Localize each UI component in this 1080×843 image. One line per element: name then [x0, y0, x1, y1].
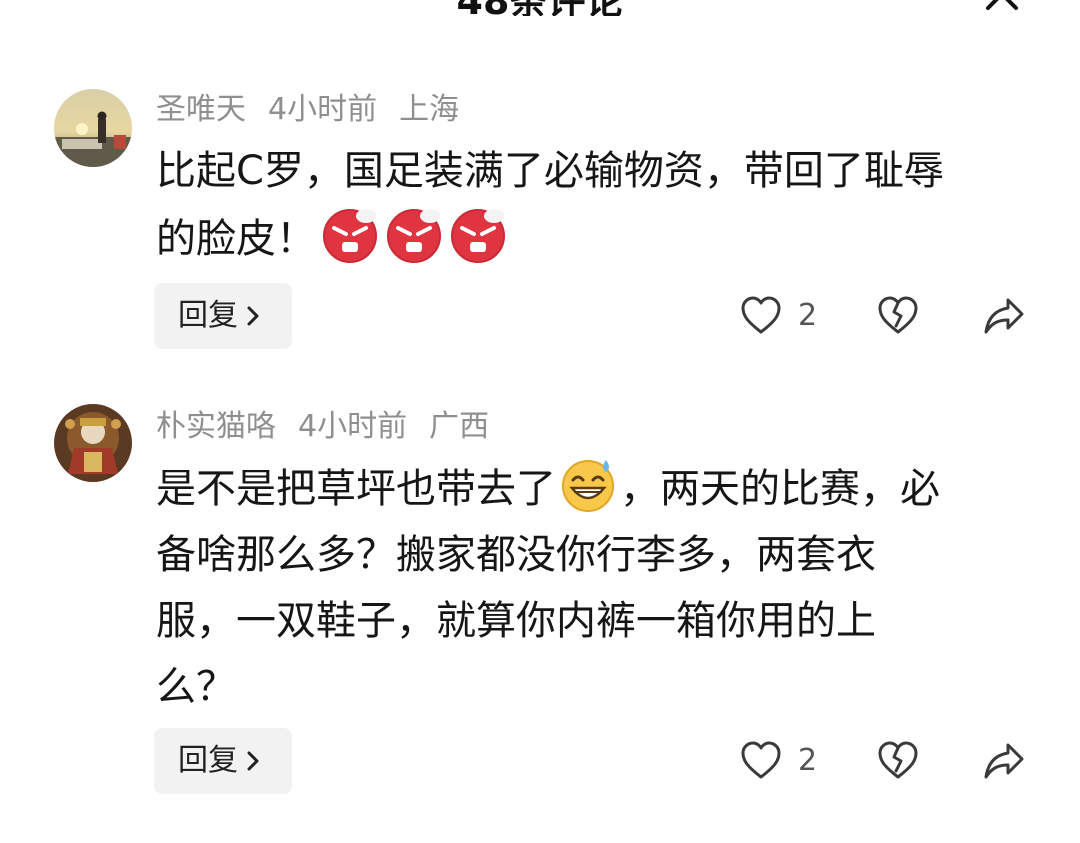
dislike-broken-heart-icon[interactable] — [877, 739, 919, 783]
comment-text-line-with-emoji: 是不是把草坪也带去了 ，两天的比赛，必 — [156, 454, 1036, 522]
close-icon[interactable] — [982, 0, 1022, 14]
avatar[interactable] — [54, 89, 132, 167]
angry-face-icon — [451, 209, 505, 263]
like-count: 2 — [798, 298, 818, 333]
reply-button[interactable]: 回复 — [154, 728, 292, 794]
avatar[interactable] — [54, 404, 132, 482]
avatar-sunset-photo — [54, 89, 132, 167]
comment-text-segment: ，两天的比赛，必 — [620, 466, 940, 512]
chevron-right-icon — [247, 751, 259, 771]
comment-text-line: 备啥那么多？搬家都没你行李多，两套衣 — [156, 532, 876, 578]
reply-label: 回复 — [178, 298, 238, 333]
comment-text-line-with-emoji: 的脸皮！ — [156, 204, 1036, 272]
comment-text-line: 服，一双鞋子，就算你内裤一箱你用的上 — [156, 598, 876, 644]
comment-time: 4小时前 — [268, 92, 378, 127]
share-icon[interactable] — [982, 739, 1026, 783]
share-icon[interactable] — [982, 294, 1026, 338]
username[interactable]: 朴实猫咯 — [156, 409, 276, 444]
like-count: 2 — [798, 743, 818, 778]
chevron-right-icon — [247, 306, 259, 326]
comment-text-line: 比起C罗，国足装满了必输物资，带回了耻辱 — [156, 148, 944, 194]
dislike-broken-heart-icon[interactable] — [877, 294, 919, 338]
comment-meta: 朴实猫咯 4小时前 广西 — [156, 407, 511, 447]
grinning-sweat-face-icon — [562, 460, 614, 512]
comment-location: 广西 — [429, 409, 490, 444]
angry-face-icon — [387, 209, 441, 263]
comment-text-segment: 是不是把草坪也带去了 — [156, 466, 556, 512]
comment-location: 上海 — [399, 92, 460, 127]
reply-label: 回复 — [178, 743, 238, 778]
angry-face-icon — [323, 209, 377, 263]
like-heart-icon[interactable] — [740, 294, 782, 338]
comment-text: 是不是把草坪也带去了 ，两天的比赛，必 备啥那么多？搬家都没你行李多，两套衣 服，… — [156, 454, 1036, 720]
comment-text: 比起C罗，国足装满了必输物资，带回了耻辱 的脸皮！ — [156, 138, 1036, 272]
comment-text-line: 么？ — [156, 664, 236, 710]
comment-text-line: 的脸皮！ — [156, 216, 316, 262]
comment-time: 4小时前 — [298, 409, 408, 444]
comments-header: 48条评论 — [0, 0, 1080, 16]
comments-count-title: 48条评论 — [0, 0, 1080, 16]
avatar-opera-figure-photo — [54, 404, 132, 482]
username[interactable]: 圣唯天 — [156, 92, 246, 127]
reply-button[interactable]: 回复 — [154, 283, 292, 349]
like-heart-icon[interactable] — [740, 739, 782, 783]
comment-meta: 圣唯天 4小时前 上海 — [156, 90, 481, 130]
